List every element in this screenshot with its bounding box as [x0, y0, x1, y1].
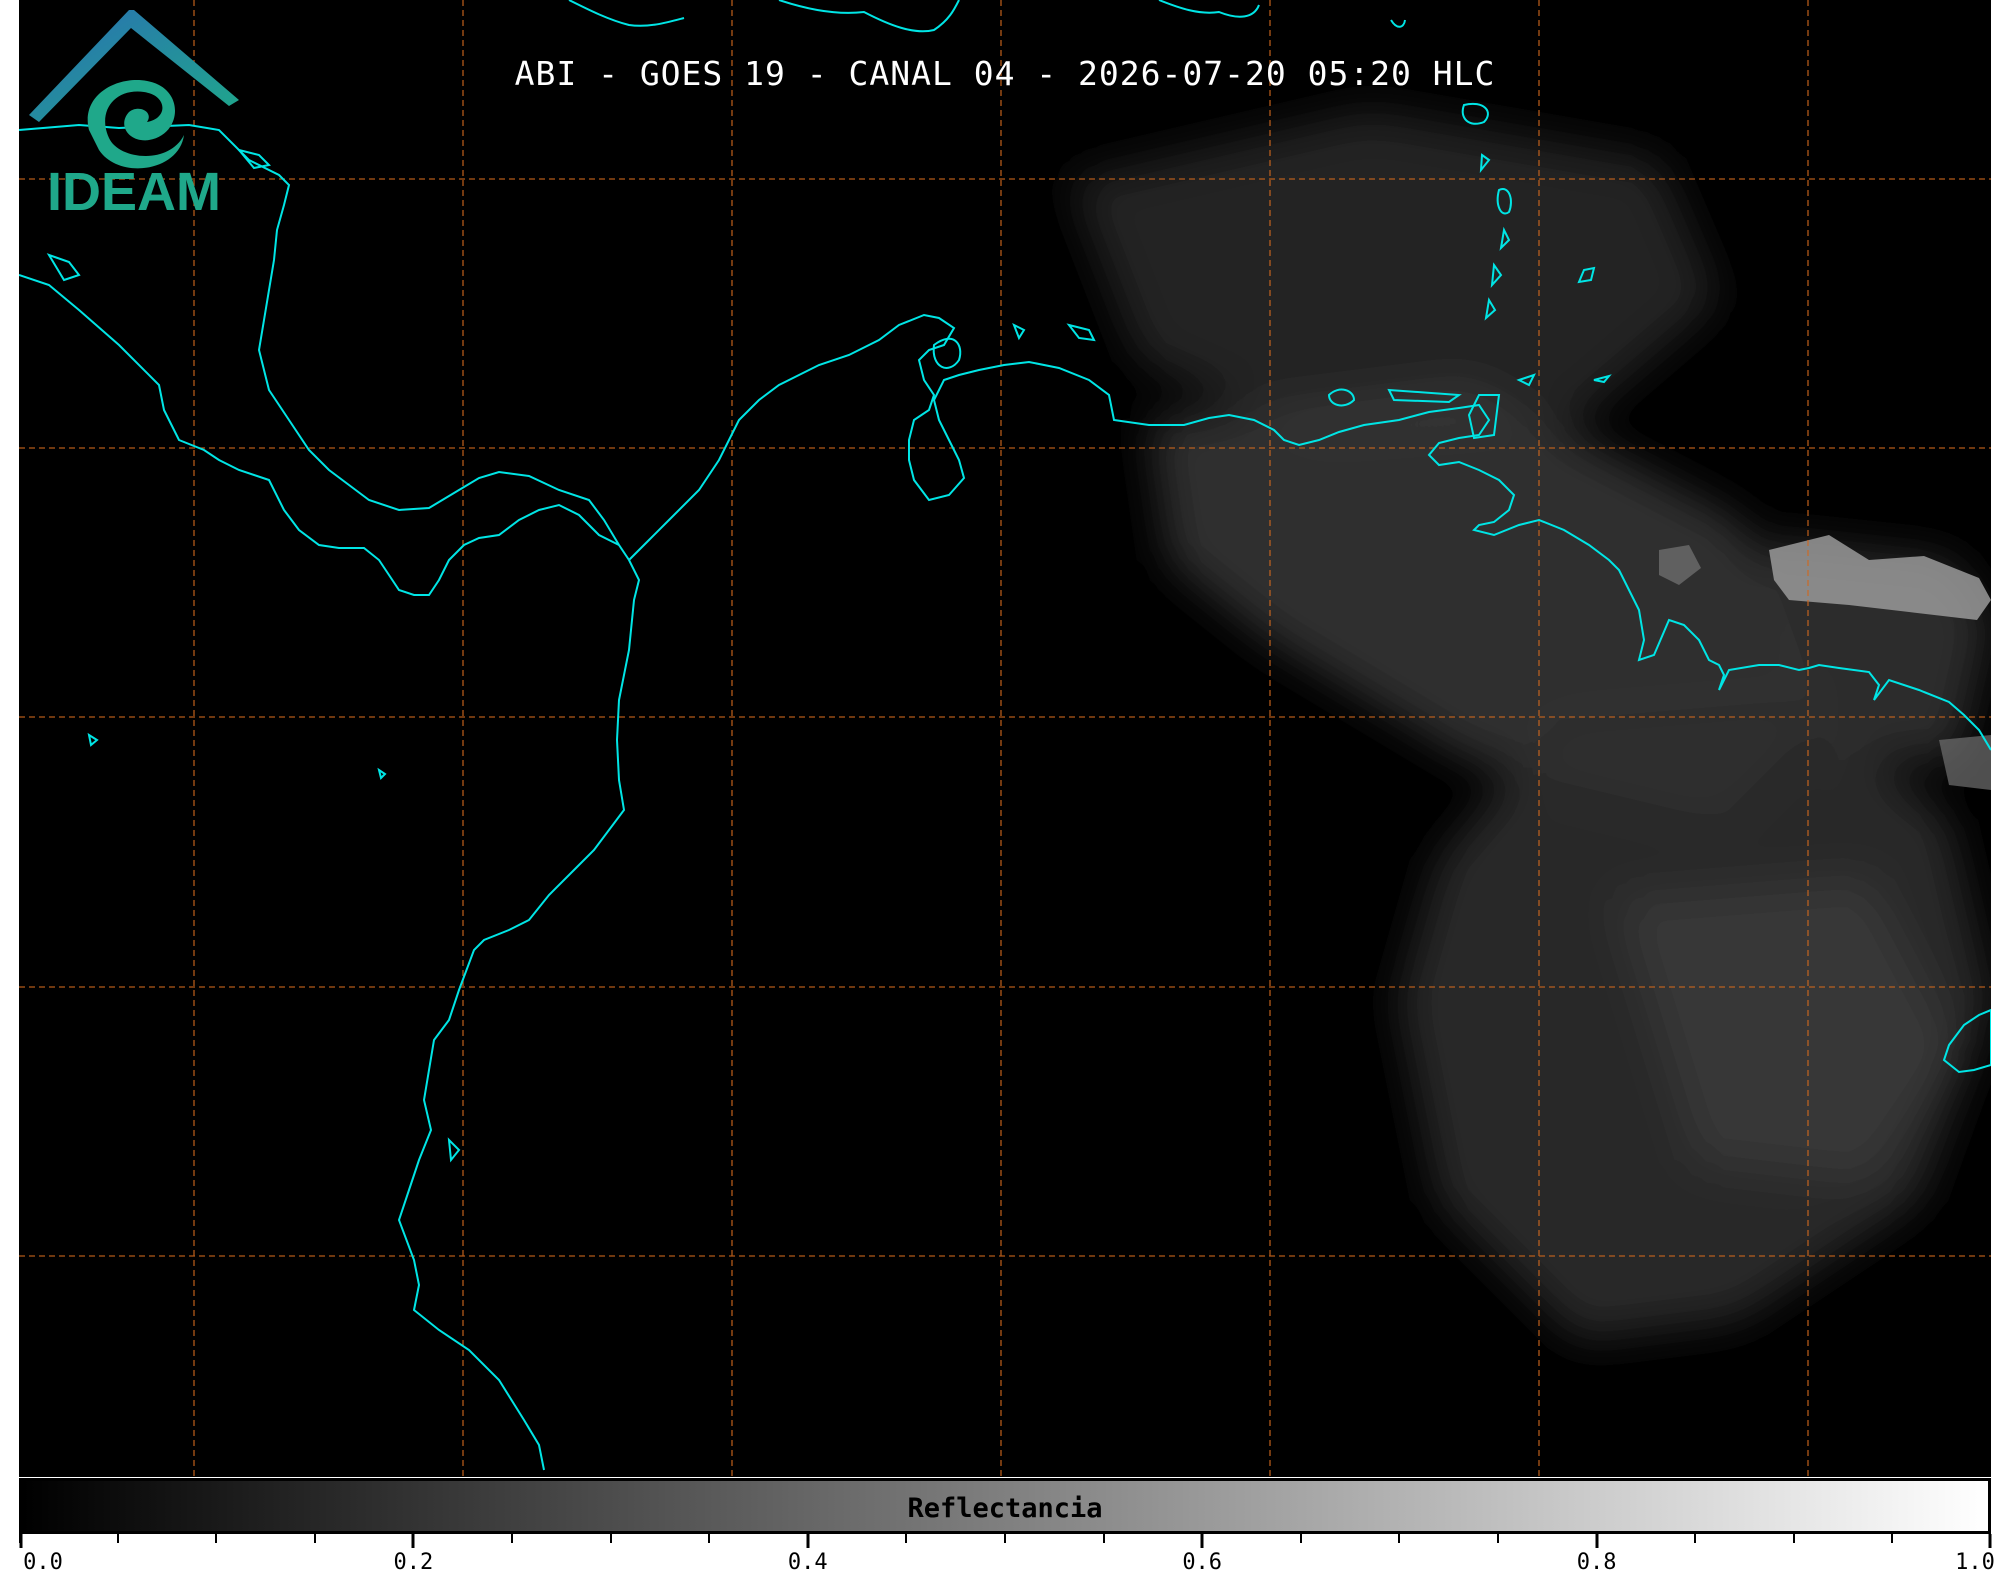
- colorbar-minor-tick: [1891, 1534, 1894, 1543]
- colorbar-minor-tick: [609, 1534, 612, 1543]
- colorbar-minor-tick: [1004, 1534, 1006, 1543]
- colorbar-tick-label: 0.4: [787, 1550, 828, 1575]
- colorbar-axis: 0.0 0.2 0.4 0.6 0.8 1.0: [19, 1534, 2011, 1577]
- logo-spiral-shape: [87, 80, 184, 169]
- colorbar-minor-tick: [215, 1534, 218, 1543]
- colorbar-tick-label: 0.6: [1182, 1550, 1223, 1575]
- cloud-field: [1069, 110, 1991, 1340]
- map-title: ABI - GOES 19 - CANAL 04 - 2026-07-20 05…: [514, 54, 1496, 93]
- colorbar-minor-tick: [708, 1534, 711, 1543]
- colorbar-minor-tick: [1792, 1534, 1795, 1543]
- colorbar-minor-tick: [1102, 1534, 1105, 1543]
- colorbar-major-tick: [1200, 1534, 1204, 1548]
- colorbar-minor-tick: [1694, 1534, 1697, 1543]
- colorbar-label: Reflectancia: [907, 1493, 1103, 1524]
- colorbar-major-tick: [411, 1534, 415, 1548]
- colorbar-minor-tick: [1398, 1534, 1401, 1543]
- colorbar-minor-tick: [116, 1534, 119, 1543]
- colorbar-tick-label: 0.2: [393, 1550, 434, 1575]
- colorbar-major-tick: [806, 1534, 810, 1548]
- colorbar-minor-tick: [1299, 1534, 1302, 1543]
- colorbar-minor-tick: [511, 1534, 513, 1543]
- colorbar-minor-tick: [905, 1534, 908, 1543]
- map-canvas: [19, 0, 1991, 1477]
- logo-text: IDEAM: [47, 162, 221, 220]
- colorbar-tick-label: 0.8: [1576, 1550, 1617, 1575]
- logo-roof-shape: [29, 10, 239, 122]
- colorbar-tick-label: 1.0: [1955, 1550, 1995, 1575]
- colorbar-major-tick: [1988, 1534, 1991, 1548]
- satellite-map: ABI - GOES 19 - CANAL 04 - 2026-07-20 05…: [19, 0, 1991, 1477]
- colorbar-major-tick: [19, 1534, 22, 1548]
- colorbar-minor-tick: [313, 1534, 316, 1543]
- colorbar: Reflectancia: [19, 1478, 1991, 1534]
- ideam-logo: IDEAM: [29, 10, 239, 220]
- colorbar-tick-label: 0.0: [23, 1550, 63, 1575]
- colorbar-major-tick: [1595, 1534, 1599, 1548]
- colorbar-minor-tick: [1497, 1534, 1499, 1543]
